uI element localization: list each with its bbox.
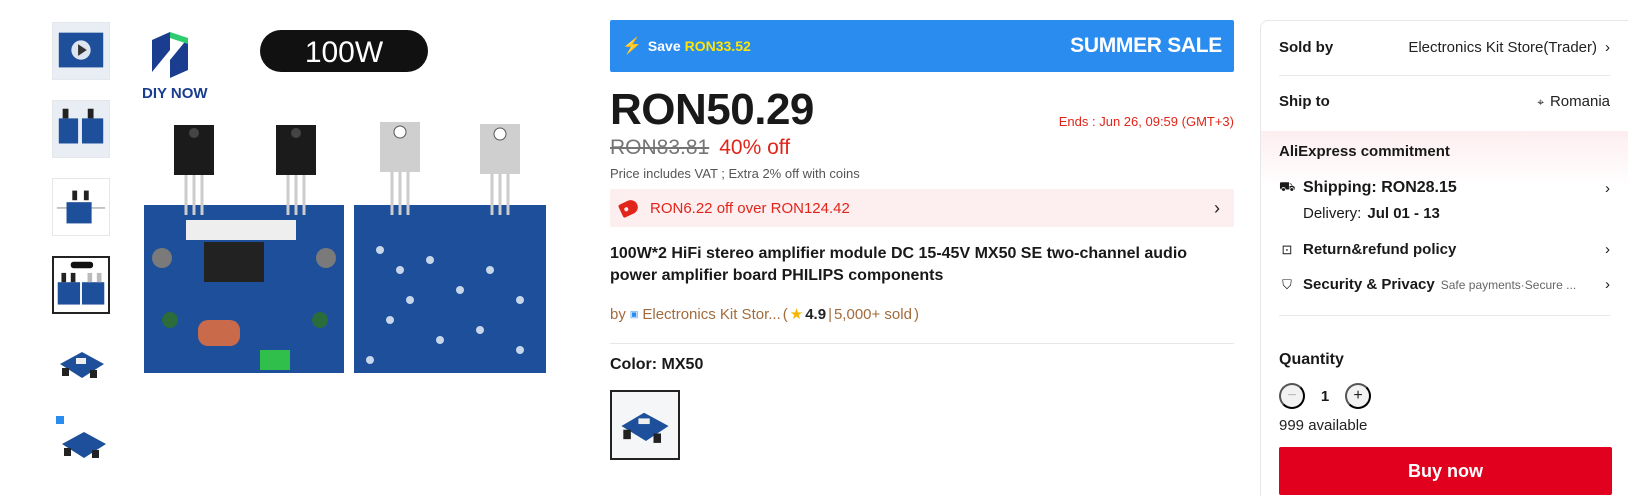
thumbnail-main[interactable]	[52, 256, 110, 314]
chevron-right-icon: ›	[1605, 276, 1610, 293]
delivery-row: Delivery: Jul 01 - 13	[1303, 205, 1610, 222]
return-policy-label: Return&refund policy	[1303, 241, 1457, 258]
buy-now-button[interactable]: Buy now	[1279, 447, 1612, 495]
chevron-right-icon: ›	[1605, 39, 1610, 56]
product-photo: DIY NOW 100W	[140, 20, 560, 440]
power-badge: 100W	[260, 30, 428, 72]
main-product-image[interactable]: DIY NOW 100W	[140, 20, 560, 440]
location-pin-icon: ⌖	[1537, 95, 1544, 109]
truck-icon: ⛟	[1279, 179, 1296, 194]
ship-to-label: Ship to	[1279, 93, 1330, 110]
chevron-right-icon: ›	[1605, 179, 1610, 197]
shipping-row[interactable]: ⛟ Shipping: RON28.15 ›	[1279, 179, 1610, 197]
thumbnail-angle-2[interactable]	[52, 412, 110, 470]
star-icon: ★	[789, 306, 804, 323]
rating-value: 4.9	[805, 305, 827, 323]
stock-available: 999 available	[1279, 417, 1368, 434]
plus-icon[interactable]: +	[1345, 383, 1371, 409]
sold-by-label: Sold by	[1279, 39, 1334, 56]
quantity-stepper: − 1 +	[1279, 383, 1371, 409]
sold-by-row[interactable]: Sold by Electronics Kit Store(Trader) ›	[1279, 39, 1610, 56]
coupon-text: RON6.22 off over RON124.42	[650, 199, 850, 217]
discount-badge: 40% off	[719, 136, 791, 159]
quantity-label: Quantity	[1279, 351, 1344, 368]
divider	[1279, 315, 1610, 316]
store-logo-icon: ▣	[629, 308, 639, 319]
commitment-title: AliExpress commitment	[1279, 143, 1450, 160]
original-price: RON83.81	[610, 136, 710, 159]
coupon-tag-icon	[617, 197, 641, 219]
store-link[interactable]: Electronics Kit Stor...	[642, 306, 780, 323]
security-note: Safe payments·Secure ...	[1440, 277, 1577, 292]
sold-count: 5,000+ sold	[833, 305, 912, 323]
ship-to-country: Romania	[1549, 93, 1610, 110]
refund-icon: ⊡	[1281, 241, 1293, 257]
store-rating-line: by ▣ Electronics Kit Stor... ( ★ 4.9 | 5…	[610, 305, 919, 324]
thumbnail-video[interactable]	[52, 22, 110, 80]
quantity-value[interactable]: 1	[1319, 388, 1331, 405]
sale-ends: Ends : Jun 26, 09:59 (GMT+3)	[1058, 114, 1234, 129]
return-policy-row[interactable]: ⊡ Return&refund policy ›	[1279, 241, 1610, 258]
promo-banner: ⚡ Save RON33.52 SUMMER SALE	[610, 20, 1234, 72]
security-row[interactable]: ⛉ Security & Privacy Safe payments·Secur…	[1279, 276, 1610, 293]
product-info: ⚡ Save RON33.52 SUMMER SALE RON50.29 End…	[610, 20, 1234, 460]
vat-note: Price includes VAT ; Extra 2% off with c…	[610, 166, 860, 181]
coupon-banner[interactable]: RON6.22 off over RON124.42 ›	[610, 189, 1234, 227]
thumbnail-diagram[interactable]	[52, 178, 110, 236]
chevron-right-icon: ›	[1605, 241, 1610, 258]
old-price-row: RON83.81 40% off	[610, 136, 1234, 160]
minus-icon[interactable]: −	[1279, 383, 1305, 409]
color-swatch-mx50[interactable]	[610, 390, 680, 460]
chevron-right-icon: ›	[1214, 197, 1220, 218]
bolt-icon: ⚡	[622, 38, 642, 55]
thumbnail-boards[interactable]	[52, 100, 110, 158]
save-label: Save	[647, 38, 681, 54]
divider	[610, 343, 1234, 344]
brand-text: DIY NOW	[142, 85, 208, 102]
shipping-cost: Shipping: RON28.15	[1303, 179, 1457, 196]
save-value: RON33.52	[684, 38, 751, 54]
sold-by-store: Electronics Kit Store(Trader)	[1408, 39, 1597, 56]
event-title: SUMMER SALE	[1070, 34, 1222, 57]
svg-text:100W: 100W	[305, 36, 384, 69]
divider	[1279, 75, 1610, 76]
ship-to-row[interactable]: Ship to ⌖ Romania	[1279, 93, 1610, 110]
delivery-dates: Jul 01 - 13	[1367, 205, 1440, 222]
shield-icon: ⛉	[1282, 276, 1292, 292]
purchase-panel: Sold by Electronics Kit Store(Trader) › …	[1260, 20, 1628, 496]
thumbnail-angle-1[interactable]	[52, 334, 110, 392]
color-label: Color: MX50	[610, 356, 704, 373]
security-label: Security & Privacy	[1303, 276, 1435, 293]
price-row: RON50.29 Ends : Jun 26, 09:59 (GMT+3)	[610, 86, 1234, 134]
product-title: 100W*2 HiFi stereo amplifier module DC 1…	[610, 245, 1188, 284]
delivery-label: Delivery:	[1303, 205, 1362, 222]
